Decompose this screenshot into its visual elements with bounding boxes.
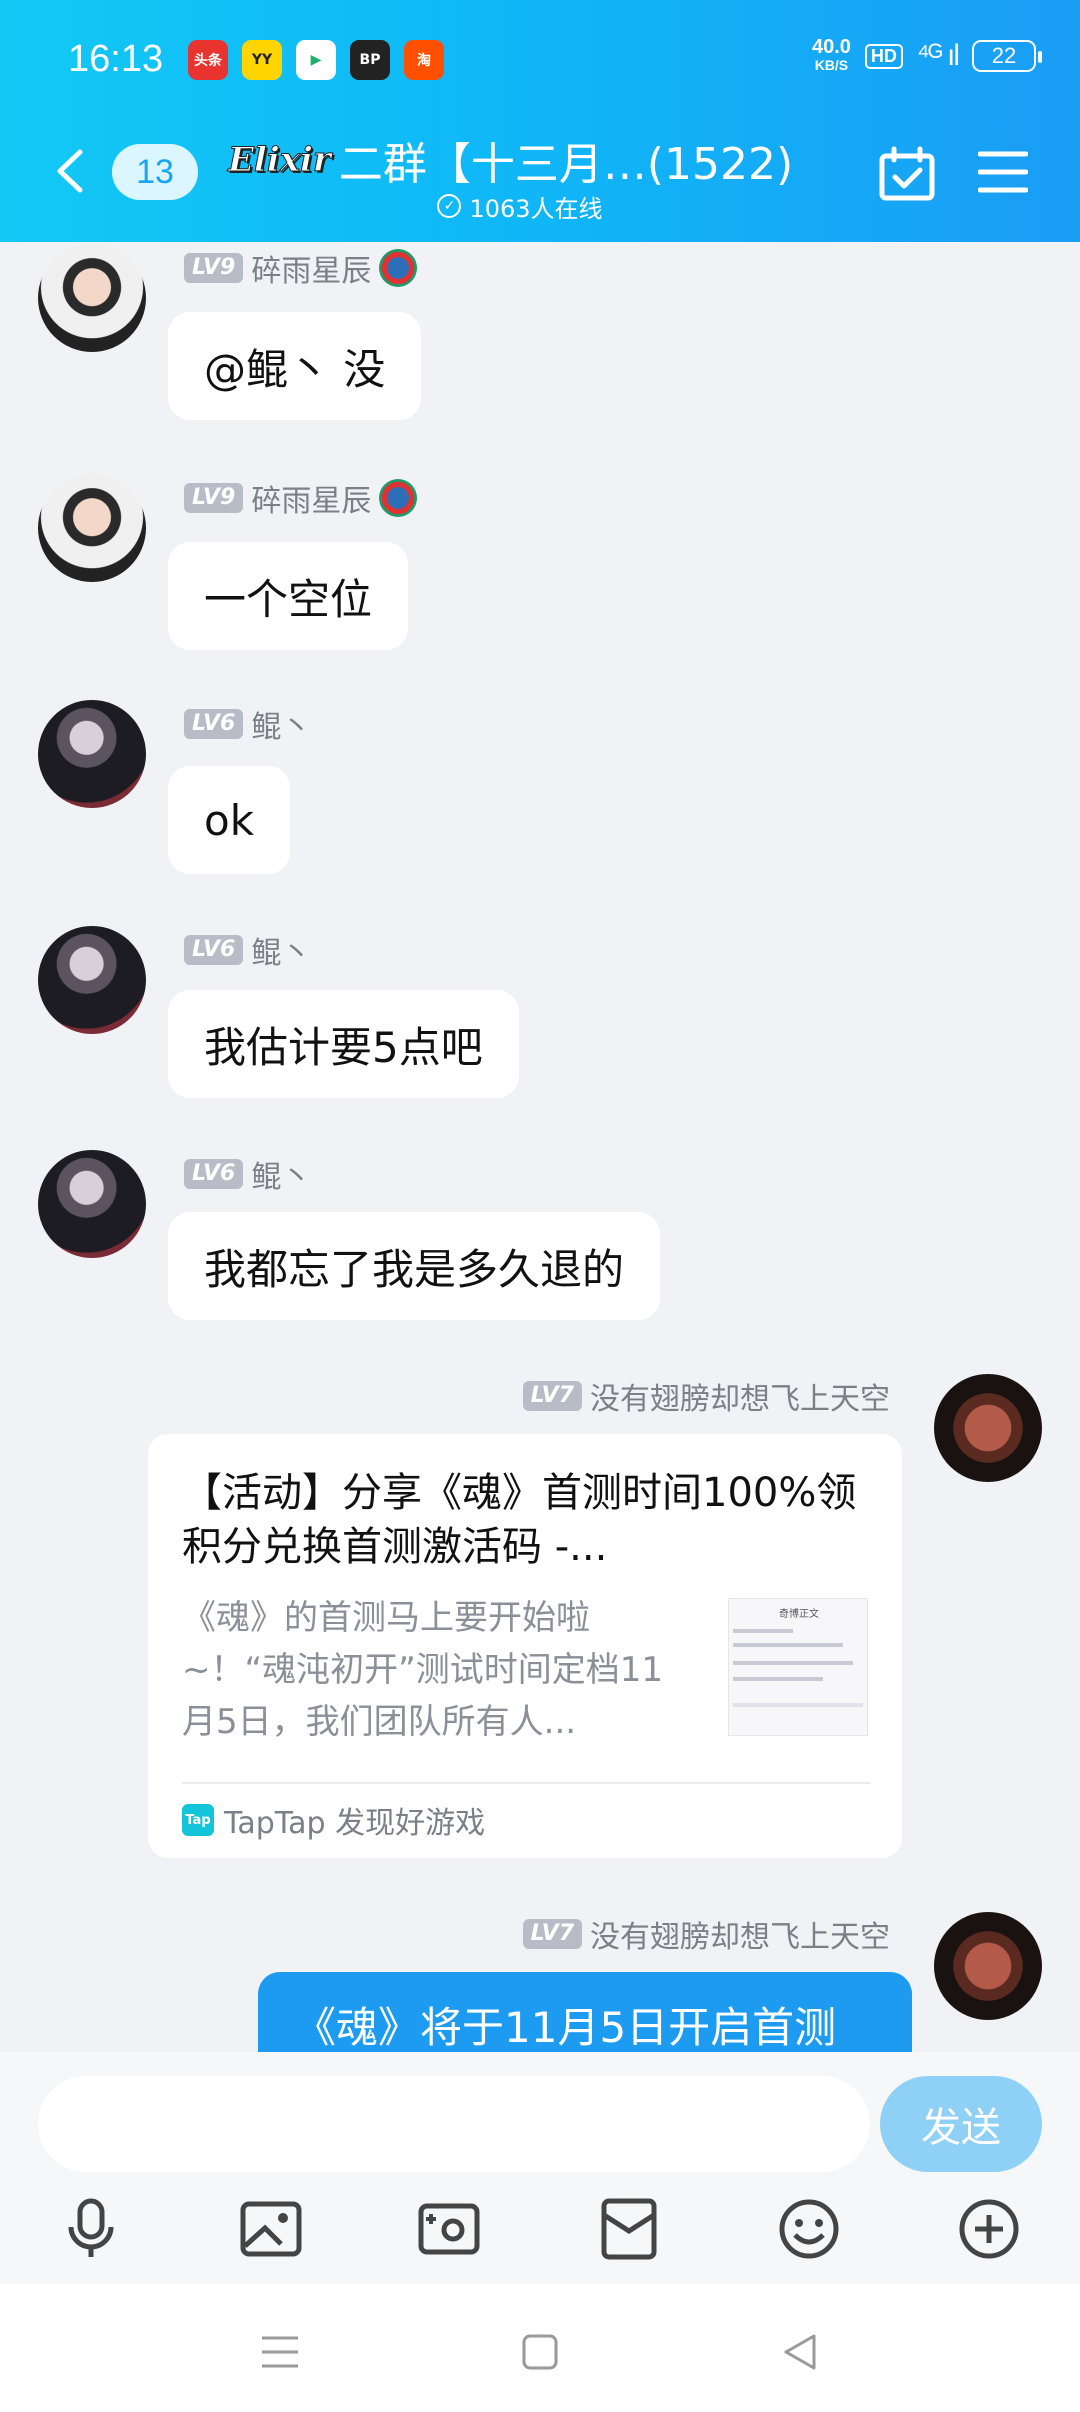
message-bubble[interactable]: ok [168, 766, 291, 874]
microphone-icon[interactable] [46, 2184, 136, 2274]
home-icon[interactable] [510, 2322, 570, 2382]
group-logo: Elixir [228, 140, 332, 181]
taobao-icon: 淘 [404, 40, 444, 80]
video-player-icon: ▶ [296, 40, 336, 80]
notification-icons: 头条 YY ▶ BP 淘 [188, 40, 444, 80]
sender-row: LV6 鲲丶 [184, 1152, 311, 1196]
share-card-title: 【活动】分享《魂》首测时间100%领积分兑换首测激活码 -... [182, 1470, 857, 1570]
medal-icon [379, 249, 418, 287]
avatar[interactable] [38, 700, 146, 808]
level-badge: LV9 [184, 253, 244, 283]
sender-name[interactable]: 鲲丶 [251, 1152, 311, 1196]
share-card-description: 《魂》的首测马上要开始啦~！“魂沌初开”测试时间定档11月5日，我们团队所有人.… [182, 1598, 663, 1742]
message-bubble[interactable]: 一个空位 [168, 542, 409, 650]
sender-name[interactable]: 鲲丶 [251, 702, 311, 746]
battery-icon: 22 [972, 40, 1042, 72]
thumbnail-line [733, 1703, 863, 1707]
sender-row: LV9 碎雨星辰 [184, 246, 418, 290]
sender-row: LV7 没有翅膀却想飞上天空 [522, 1912, 890, 1956]
avatar[interactable] [934, 1374, 1042, 1482]
avatar[interactable] [38, 244, 146, 352]
status-bar: 16:13 头条 YY ▶ BP 淘 40.0 KB/S HD ⁴ᴳ ıl 22 [0, 0, 1080, 110]
network-speed-unit: KB/S [814, 57, 849, 73]
hd-badge: HD [864, 43, 903, 69]
send-button[interactable]: 发送 [880, 2076, 1042, 2172]
yy-icon: YY [242, 40, 282, 80]
plus-icon[interactable] [944, 2184, 1034, 2274]
sender-row: LV6 鲲丶 [184, 702, 311, 746]
system-nav-bar [0, 2284, 1080, 2412]
message-input[interactable] [38, 2076, 870, 2172]
input-toolbar [0, 2184, 1080, 2274]
red-packet-icon[interactable] [584, 2184, 674, 2274]
medal-icon [379, 479, 418, 517]
signal-icon: ⁴ᴳ ıl [916, 39, 960, 72]
image-icon[interactable] [226, 2184, 316, 2274]
taptap-logo-icon: Tap [182, 1804, 214, 1836]
message-bubble[interactable]: @鲲丶 没 [168, 312, 422, 420]
back-nav-icon[interactable] [770, 2322, 830, 2382]
chat-header: 16:13 头条 YY ▶ BP 淘 40.0 KB/S HD ⁴ᴳ ıl 22… [0, 0, 1080, 242]
status-time: 16:13 [68, 38, 164, 80]
divider [182, 1782, 870, 1784]
status-indicators: 40.0 KB/S HD ⁴ᴳ ıl 22 [811, 36, 1042, 74]
sender-name[interactable]: 没有翅膀却想飞上天空 [590, 1912, 890, 1956]
share-card-thumbnail: 奇博正文 [728, 1598, 868, 1736]
message-bubble[interactable]: 我估计要5点吧 [168, 990, 519, 1098]
input-area: 发送 [0, 2052, 1080, 2284]
menu-icon[interactable] [978, 150, 1028, 194]
network-speed: 40.0 KB/S [811, 36, 851, 74]
level-badge: LV7 [522, 1919, 582, 1949]
thumbnail-line [733, 1677, 823, 1681]
recent-apps-icon[interactable] [250, 2322, 310, 2382]
boss-app-icon: BP [350, 40, 390, 80]
avatar[interactable] [934, 1912, 1042, 2020]
sender-name[interactable]: 没有翅膀却想飞上天空 [590, 1374, 890, 1418]
level-badge: LV6 [184, 935, 244, 965]
camera-icon[interactable] [404, 2184, 494, 2274]
message-bubble[interactable]: 我都忘了我是多久退的 [168, 1212, 661, 1320]
thumbnail-line [733, 1661, 853, 1665]
check-circle-icon: ✓ [437, 194, 462, 218]
network-speed-value: 40.0 [811, 36, 851, 58]
share-card-source-text: TapTap 发现好游戏 [224, 1806, 486, 1841]
avatar[interactable] [38, 926, 146, 1034]
thumbnail-line [733, 1629, 793, 1633]
sender-row: LV7 没有翅膀却想飞上天空 [522, 1374, 890, 1418]
thumbnail-line [733, 1643, 843, 1647]
thumbnail-heading: 奇博正文 [779, 1609, 819, 1620]
sender-name[interactable]: 碎雨星辰 [251, 246, 371, 290]
group-title-text: 二群【十三月…(1522) [338, 139, 794, 190]
level-badge: LV9 [184, 483, 244, 513]
level-badge: LV6 [184, 709, 244, 739]
online-count-text: 1063人在线 [469, 194, 603, 223]
share-card[interactable]: 【活动】分享《魂》首测时间100%领积分兑换首测激活码 -... 《魂》的首测马… [148, 1434, 902, 1858]
group-title[interactable]: Elixir 二群【十三月…(1522) [228, 128, 828, 192]
sender-row: LV9 碎雨星辰 [184, 476, 418, 520]
level-badge: LV7 [522, 1381, 582, 1411]
toutiao-icon: 头条 [188, 40, 228, 80]
sender-name[interactable]: 鲲丶 [251, 928, 311, 972]
avatar[interactable] [38, 1150, 146, 1258]
emoji-icon[interactable] [764, 2184, 854, 2274]
calendar-check-icon[interactable] [878, 146, 936, 202]
avatar[interactable] [38, 474, 146, 582]
message-bubble[interactable]: 《魂》将于11月5日开启首测 [258, 1972, 912, 2052]
sender-row: LV6 鲲丶 [184, 928, 311, 972]
level-badge: LV6 [184, 1159, 244, 1189]
share-card-source: Tap TapTap 发现好游戏 [182, 1798, 485, 1842]
battery-level: 22 [991, 43, 1017, 68]
sender-name[interactable]: 碎雨星辰 [251, 476, 371, 520]
